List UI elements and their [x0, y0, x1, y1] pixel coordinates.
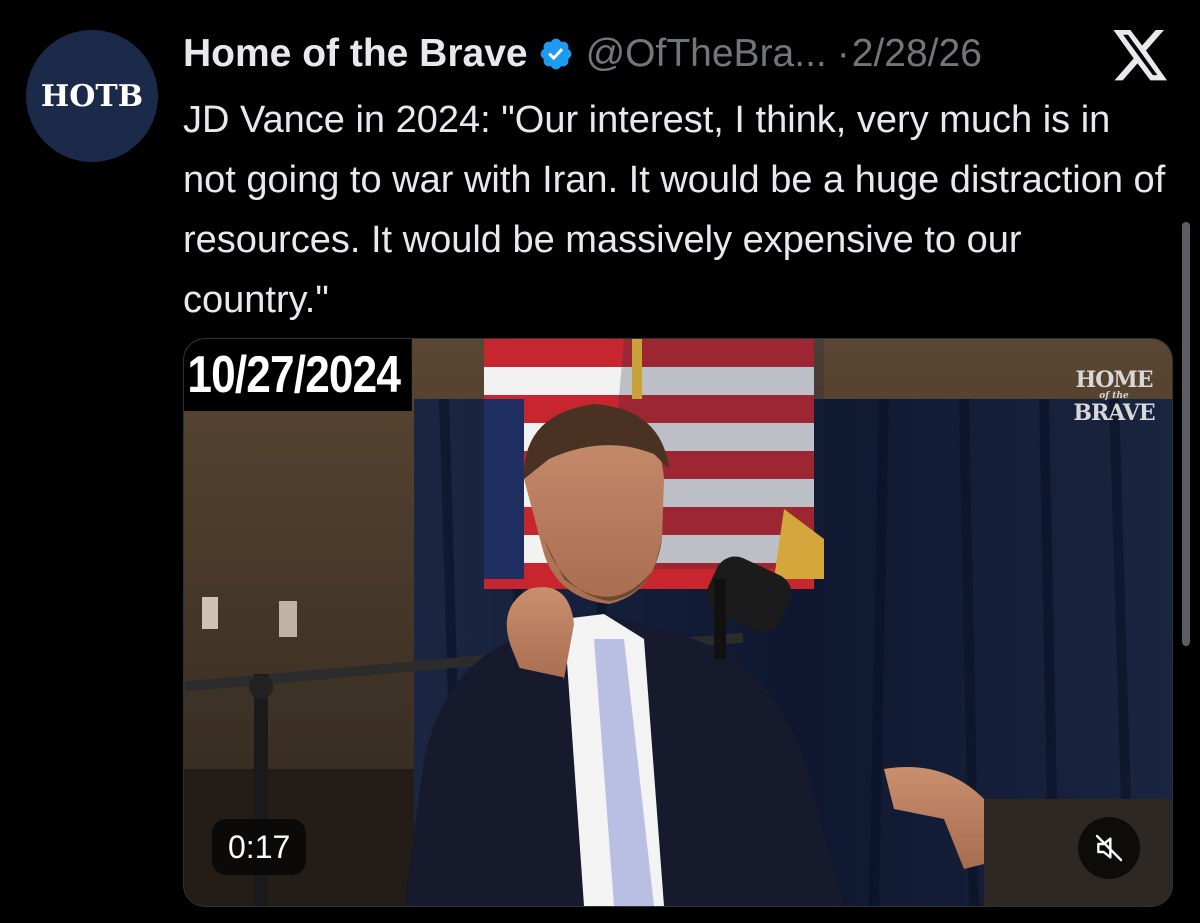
watermark-bottom: BRAVE: [1073, 400, 1155, 426]
tweet-header: Home of the Brave @OfTheBra... · 2/28/26: [183, 26, 1173, 82]
video-timestamp: 0:17: [212, 819, 307, 875]
separator-dot: ·: [836, 32, 850, 75]
post-date[interactable]: 2/28/26: [852, 32, 982, 76]
verified-badge-icon[interactable]: [538, 36, 574, 72]
x-logo-icon: [1113, 30, 1167, 81]
video-date-stamp: 10/27/2024: [184, 339, 413, 411]
video-frame: [184, 339, 1172, 906]
watermark-top: HOME: [1075, 367, 1153, 393]
avatar-label: HOTB: [40, 78, 144, 114]
avatar[interactable]: HOTB: [26, 30, 158, 162]
tweet-text: JD Vance in 2024: "Our interest, I think…: [183, 99, 1166, 321]
video-player[interactable]: 10/27/2024 HOME of the BRAVE 0:17: [183, 338, 1173, 907]
handle[interactable]: @OfTheBra...: [586, 32, 827, 76]
display-name[interactable]: Home of the Brave: [183, 32, 528, 76]
speaker-muted-icon: [1095, 834, 1123, 862]
scrollbar[interactable]: [1182, 222, 1190, 646]
mute-button[interactable]: [1078, 817, 1140, 879]
channel-watermark: HOME of the BRAVE: [1066, 369, 1162, 424]
